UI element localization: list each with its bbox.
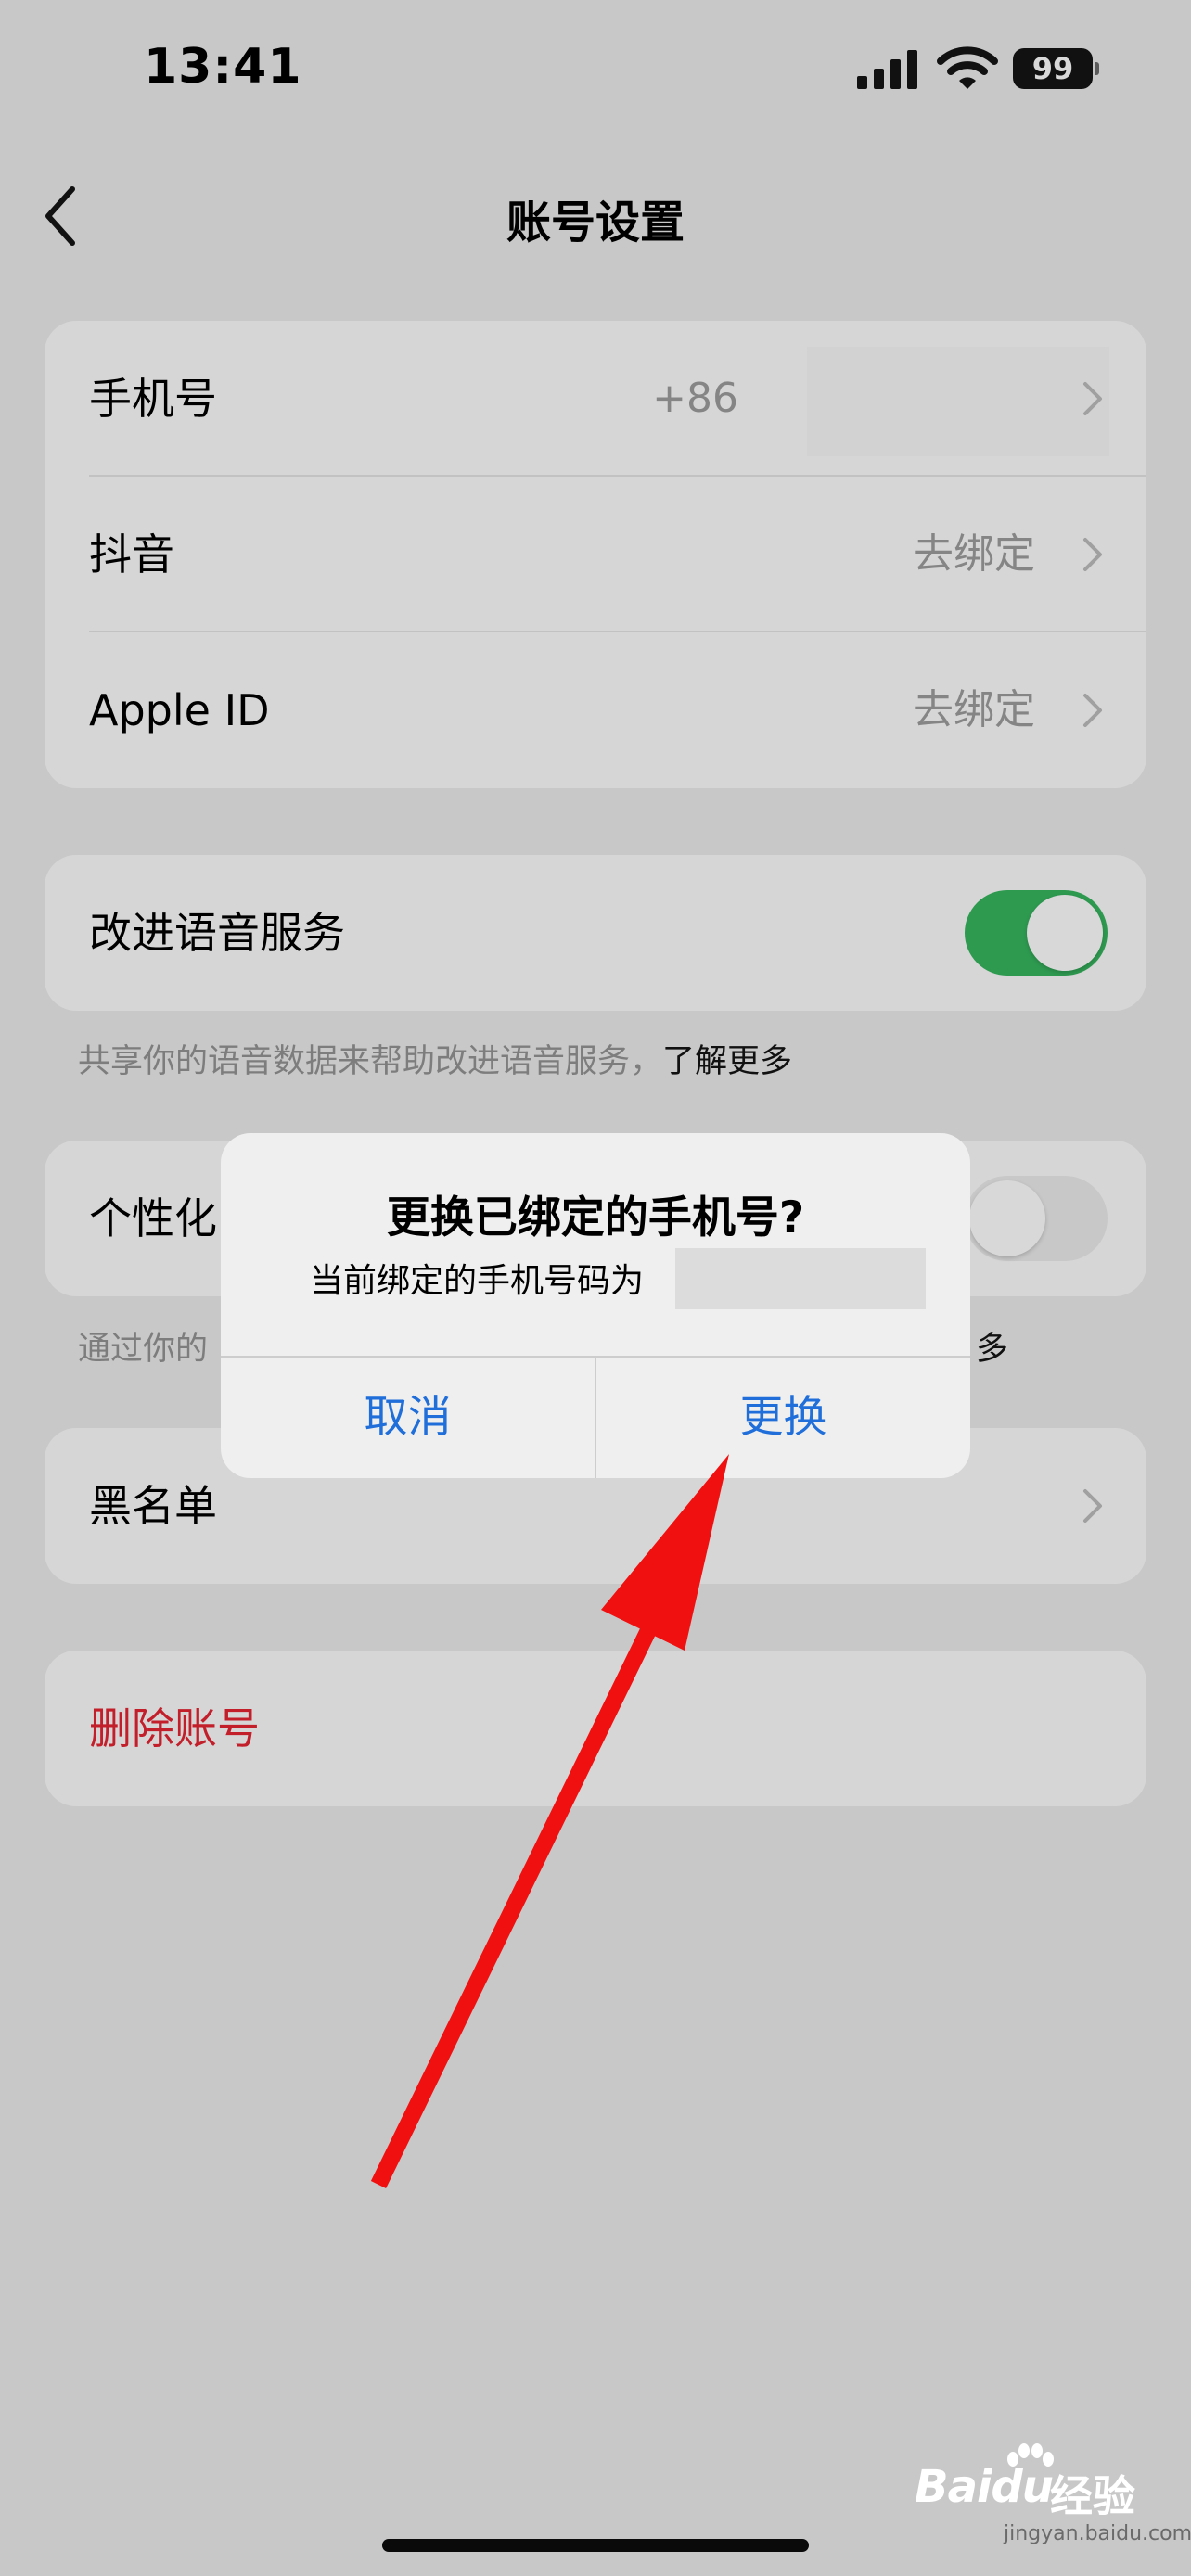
personalization-learn-more-link[interactable]: 多 [976, 1322, 1008, 1370]
delete-account-row[interactable]: 删除账号 [45, 1651, 1146, 1806]
change-phone-alert: 更换已绑定的手机号? 当前绑定的手机号码为 取消 更换 [221, 1133, 970, 1478]
chevron-right-icon [1083, 538, 1102, 571]
battery-cap [1095, 62, 1099, 75]
chevron-right-icon [1083, 1489, 1102, 1523]
douyin-label: 抖音 [89, 529, 174, 580]
apple-id-row[interactable]: Apple ID 去绑定 [45, 632, 1146, 788]
apple-id-label: Apple ID [89, 685, 270, 735]
personalization-footnote: 通过你的 [78, 1331, 209, 1368]
delete-account-label: 删除账号 [89, 1703, 260, 1753]
chevron-right-icon [1083, 694, 1102, 727]
phone-label: 手机号 [89, 374, 217, 424]
personalization-label: 个性化 [89, 1193, 217, 1243]
toggle-knob [969, 1180, 1045, 1256]
signal-icon [857, 50, 917, 89]
watermark-url: jingyan.baidu.com [1004, 2522, 1191, 2545]
learn-more-link[interactable]: 了解更多 [662, 1043, 792, 1080]
status-time: 13:41 [144, 39, 302, 95]
battery-level: 99 [1013, 48, 1093, 89]
cancel-button[interactable]: 取消 [221, 1358, 595, 1478]
battery-icon: 99 [1013, 48, 1099, 89]
personalization-toggle[interactable] [965, 1176, 1108, 1261]
redacted-phone-number [675, 1248, 926, 1309]
alert-title: 更换已绑定的手机号? [386, 1192, 805, 1243]
voice-service-group: 改进语音服务 [45, 855, 1146, 1011]
voice-service-row: 改进语音服务 [45, 855, 1146, 1011]
blacklist-label: 黑名单 [89, 1481, 217, 1531]
alert-message: 当前绑定的手机号码为 [310, 1262, 645, 1300]
baidu-watermark: Baidu 经验 jingyan.baidu.com [915, 2442, 1191, 2545]
voice-service-footnote: 共享你的语音数据来帮助改进语音服务，了解更多 [78, 1035, 792, 1082]
delete-account-group: 删除账号 [45, 1651, 1146, 1806]
toggle-knob [1027, 895, 1103, 971]
voice-service-label: 改进语音服务 [89, 908, 345, 958]
phone-value: +86 [652, 375, 738, 422]
navigation-bar: 账号设置 [0, 158, 1191, 269]
chevron-right-icon [1083, 382, 1102, 415]
douyin-value: 去绑定 [913, 530, 1035, 578]
apple-id-value: 去绑定 [913, 686, 1035, 733]
status-bar: 13:41 99 [0, 0, 1191, 139]
account-group: 手机号 +86 抖音 去绑定 Apple ID 去绑定 [45, 321, 1146, 788]
phone-row[interactable]: 手机号 +86 [45, 321, 1146, 477]
watermark-logo: Baidu [915, 2461, 1054, 2513]
wifi-icon [937, 46, 998, 89]
page-title: 账号设置 [506, 197, 685, 249]
home-indicator[interactable] [382, 2539, 809, 2552]
watermark-label: 经验 [1050, 2471, 1135, 2521]
redacted-phone-number [807, 347, 1109, 456]
confirm-change-button[interactable]: 更换 [596, 1358, 970, 1478]
voice-service-toggle[interactable] [965, 890, 1108, 976]
footnote-text: 共享你的语音数据来帮助改进语音服务， [78, 1043, 663, 1080]
douyin-row[interactable]: 抖音 去绑定 [45, 477, 1146, 632]
